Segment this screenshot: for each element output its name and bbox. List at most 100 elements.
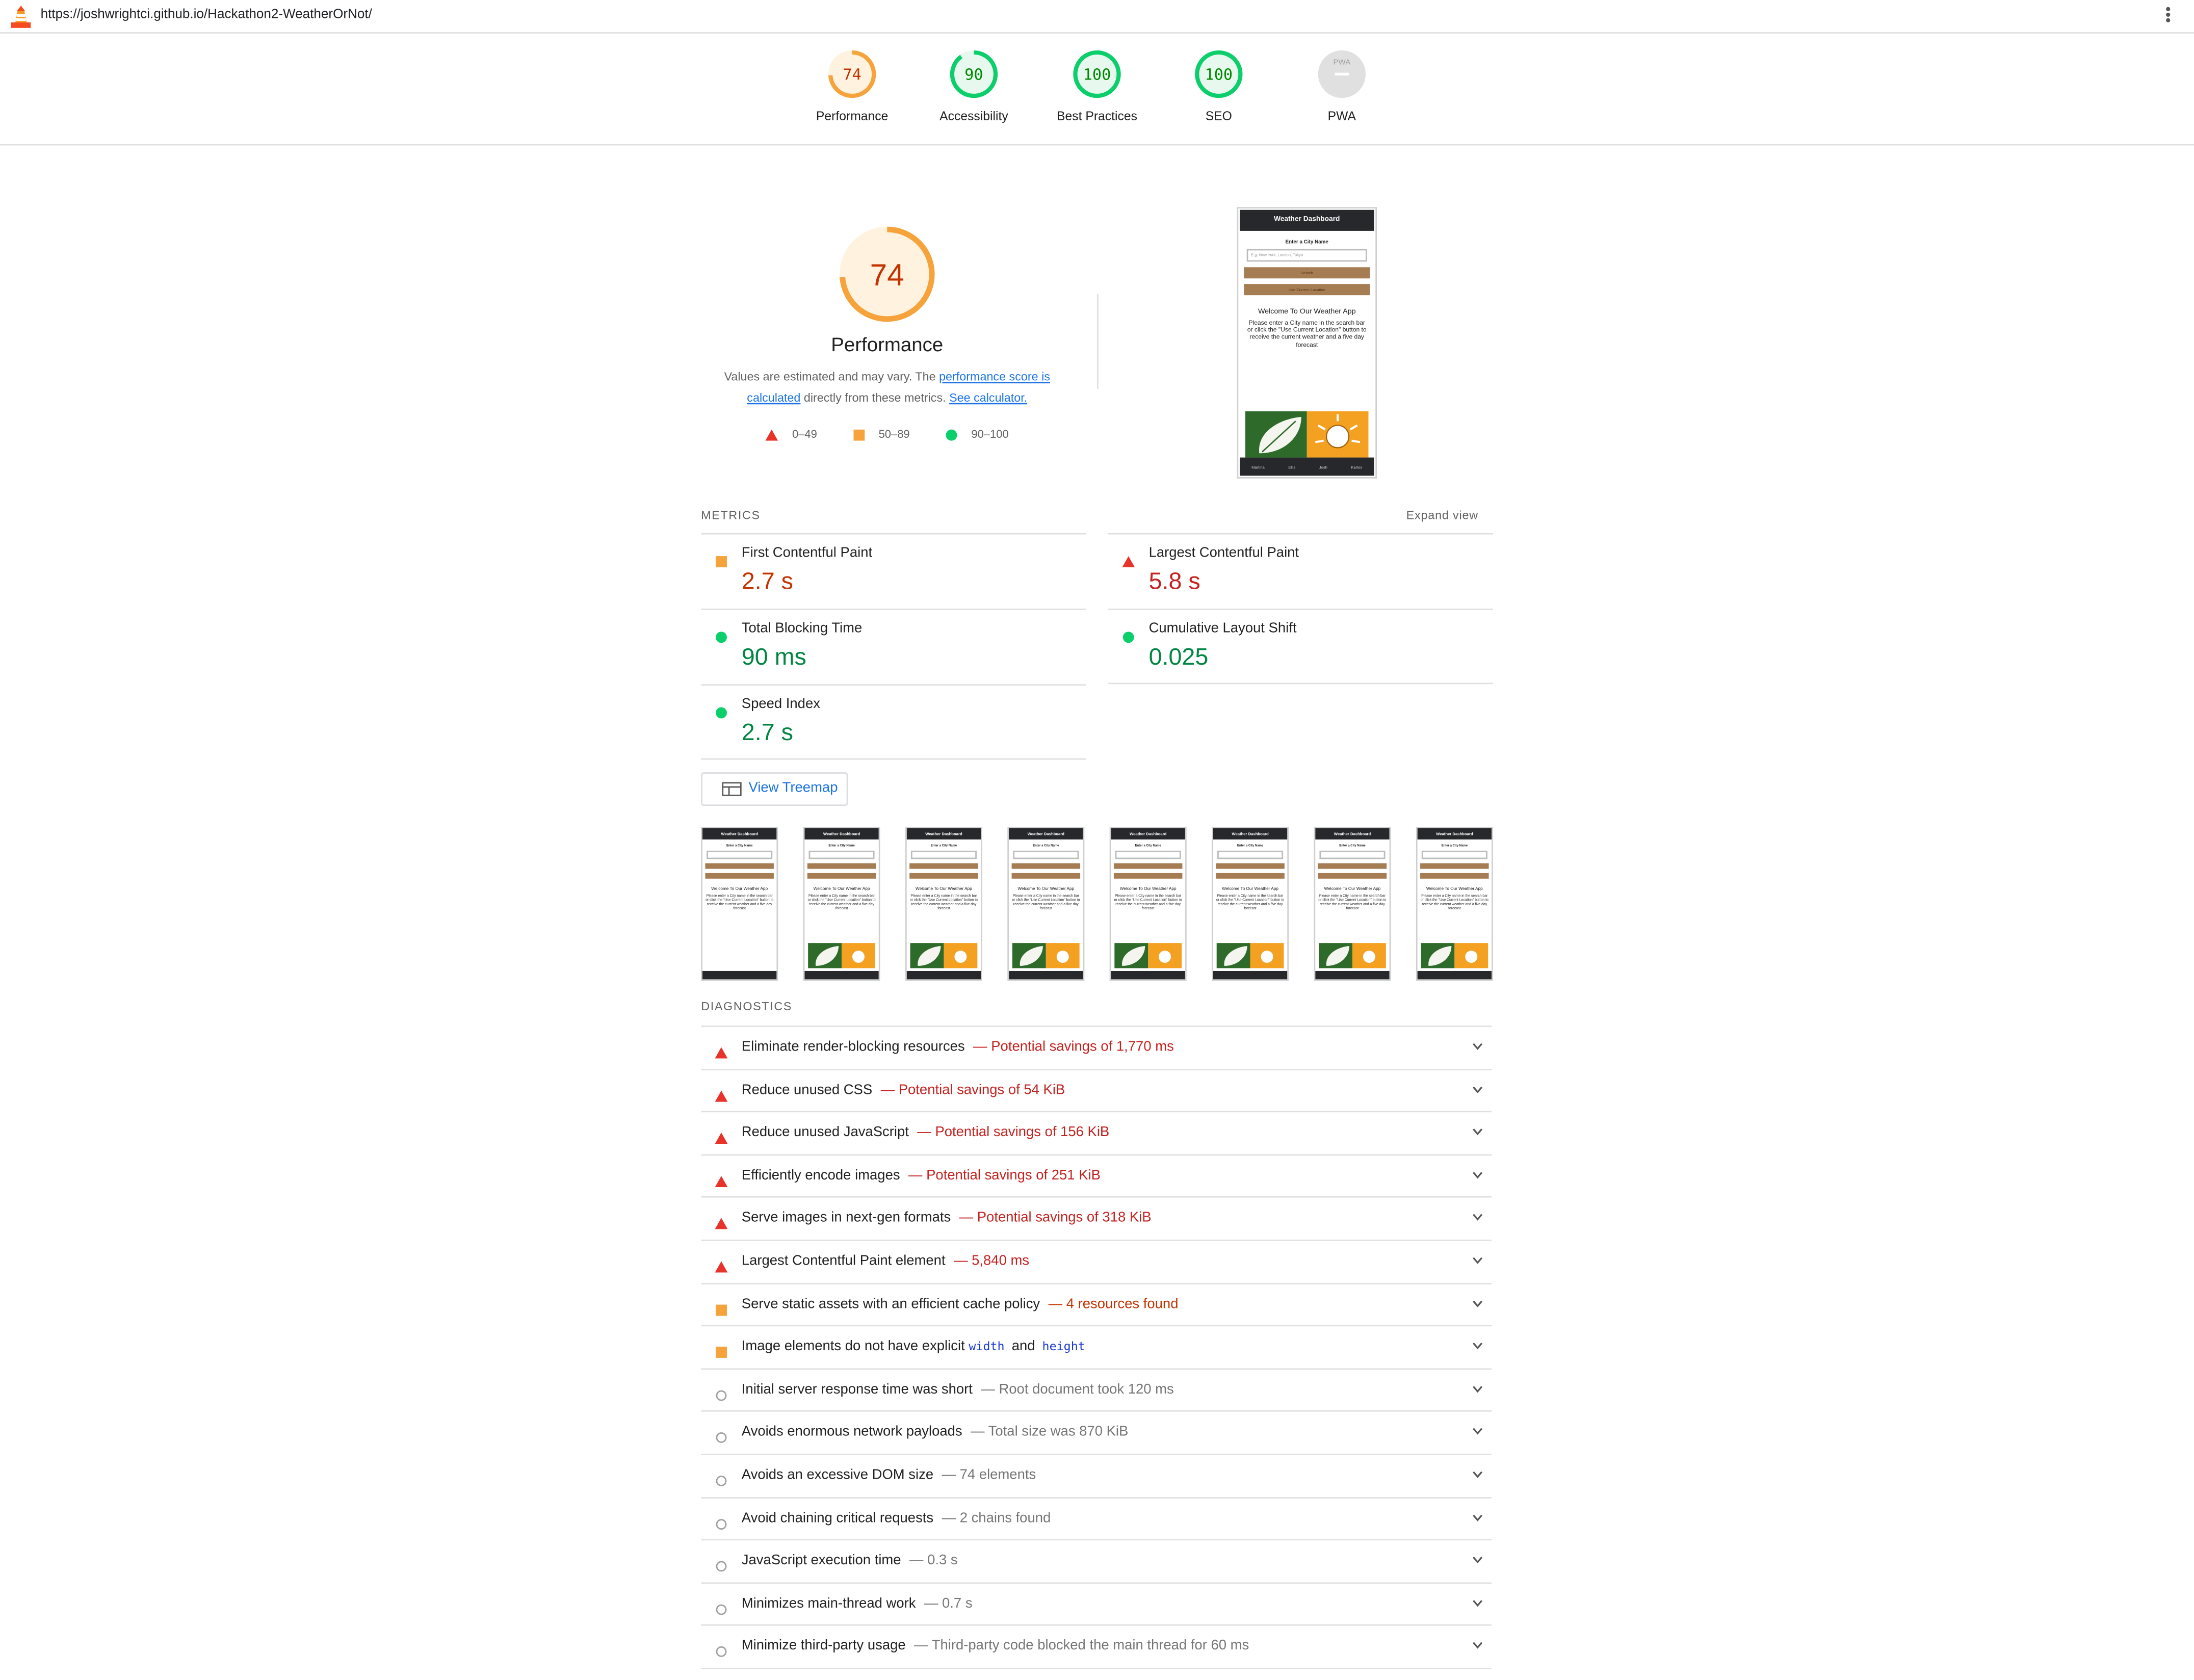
frame-header: Weather Dashboard xyxy=(702,828,777,839)
frame-images xyxy=(1421,943,1488,968)
frame-text: Please enter a City name in the search b… xyxy=(706,893,774,910)
frame-input xyxy=(910,850,977,859)
score-gauge-seo[interactable]: 100 SEO xyxy=(1163,49,1275,123)
chevron-down-icon[interactable] xyxy=(1472,1642,1483,1650)
diagnostic-detail: — Third-party code blocked the main thre… xyxy=(914,1639,1249,1655)
chevron-down-icon[interactable] xyxy=(1472,1599,1483,1607)
metric-name: First Contentful Paint xyxy=(741,545,873,561)
diagnostic-item[interactable]: Initial server response time was short — … xyxy=(701,1368,1492,1411)
fail-triangle-icon xyxy=(715,1047,728,1059)
frame-images xyxy=(1216,943,1284,968)
chevron-down-icon[interactable] xyxy=(1472,1085,1483,1093)
fail-triangle-icon xyxy=(715,1261,728,1273)
metric-rating-icon xyxy=(715,625,728,650)
diagnostic-item[interactable]: Efficiently encode images — Potential sav… xyxy=(701,1153,1492,1197)
chevron-down-icon[interactable] xyxy=(1472,1471,1483,1479)
chevron-down-icon[interactable] xyxy=(1472,1342,1483,1350)
frame-text: Please enter a City name in the search b… xyxy=(1420,893,1488,910)
divider xyxy=(701,1667,1492,1669)
gauge-label: SEO xyxy=(1205,109,1232,123)
chevron-down-icon[interactable] xyxy=(1472,1214,1483,1222)
frame-welcome: Welcome To Our Weather App xyxy=(813,885,870,891)
diagnostic-item[interactable]: Eliminate render-blocking resources — Pot… xyxy=(701,1026,1492,1069)
info-circle-icon xyxy=(716,1390,727,1401)
diagnostic-item[interactable]: Serve images in next-gen formats — Potent… xyxy=(701,1196,1492,1240)
gauge-ring: PWA xyxy=(1318,50,1366,98)
metric-largest-contentful-paint: Largest Contentful Paint 5.8 s xyxy=(1108,533,1493,610)
gauge-score-value: 90 xyxy=(964,66,983,84)
chevron-down-icon[interactable] xyxy=(1472,1513,1483,1521)
frame-footer xyxy=(1315,970,1390,980)
frame-text: Please enter a City name in the search b… xyxy=(1318,893,1387,910)
divider xyxy=(701,758,1086,760)
frame-header: Weather Dashboard xyxy=(1315,828,1390,839)
chevron-down-icon[interactable] xyxy=(1472,1556,1483,1564)
frame-label: Enter a City Name xyxy=(1339,845,1366,848)
diagnostic-item[interactable]: Avoids enormous network payloads — Total … xyxy=(701,1410,1492,1454)
diagnostic-rating-icon xyxy=(715,1555,728,1580)
frame-button xyxy=(1420,863,1489,869)
frame-welcome: Welcome To Our Weather App xyxy=(711,885,768,891)
chevron-down-icon[interactable] xyxy=(1472,1299,1483,1307)
diagnostic-rating-icon xyxy=(715,1041,728,1066)
diagnostic-title: Efficiently encode images — Potential sav… xyxy=(741,1168,1101,1184)
more-options-icon[interactable] xyxy=(2163,6,2172,25)
chevron-down-icon[interactable] xyxy=(1472,1042,1483,1051)
filmstrip-frame: Weather Dashboard Enter a City Name Welcom… xyxy=(1109,827,1187,981)
gauge-score-value: PWA xyxy=(1333,58,1351,66)
screenshot-location-button: Use Current Location xyxy=(1244,284,1370,296)
report-url[interactable]: https://joshwrightci.github.io/Hackathon… xyxy=(41,7,372,22)
view-treemap-button[interactable]: View Treemap xyxy=(701,772,848,806)
diagnostic-rating-icon xyxy=(715,1597,728,1622)
gauge-ring: 100 xyxy=(1073,50,1121,98)
screenshot-header: Weather Dashboard xyxy=(1239,209,1374,231)
frame-header: Weather Dashboard xyxy=(1111,828,1185,839)
fail-triangle-icon xyxy=(1122,556,1135,568)
expand-view-toggle[interactable]: Expand view xyxy=(1406,508,1478,521)
diagnostic-item[interactable]: Largest Contentful Paint element — 5,840 … xyxy=(701,1239,1492,1283)
diagnostic-item[interactable]: JavaScript execution time — 0.3 s xyxy=(701,1539,1492,1583)
frame-label: Enter a City Name xyxy=(828,845,855,848)
frame-button xyxy=(807,863,876,869)
diagnostic-rating-icon xyxy=(715,1212,728,1237)
gauge-label: Performance xyxy=(816,109,889,123)
final-screenshot[interactable]: Weather Dashboard Enter a City Name E.g.… xyxy=(1237,207,1377,479)
score-gauge-accessibility[interactable]: 90 Accessibility xyxy=(918,49,1030,123)
metric-speed-index: Speed Index 2.7 s xyxy=(701,684,1086,761)
chevron-down-icon[interactable] xyxy=(1472,1385,1483,1393)
score-gauge-performance[interactable]: 74 Performance xyxy=(796,49,908,123)
diagnostic-item[interactable]: Avoids an excessive DOM size — 74 element… xyxy=(701,1453,1492,1497)
score-gauge-best-practices[interactable]: 100 Best Practices xyxy=(1041,49,1153,123)
pass-circle-icon xyxy=(1122,632,1134,643)
diagnostic-item[interactable]: Minimize third-party usage — Third-party … xyxy=(701,1624,1492,1668)
frame-text: Please enter a City name in the search b… xyxy=(1114,893,1182,910)
frame-button xyxy=(909,873,978,879)
chevron-down-icon[interactable] xyxy=(1472,1428,1483,1436)
frame-input xyxy=(808,850,875,859)
score-gauge-pwa[interactable]: PWA PWA xyxy=(1286,49,1398,123)
chevron-down-icon[interactable] xyxy=(1472,1256,1483,1265)
frame-footer xyxy=(702,970,777,980)
chevron-down-icon[interactable] xyxy=(1472,1171,1483,1179)
fail-triangle-icon xyxy=(715,1133,728,1144)
diagnostic-title: Avoids an excessive DOM size — 74 element… xyxy=(741,1467,1036,1483)
frame-text: Please enter a City name in the search b… xyxy=(1216,893,1285,910)
frame-footer xyxy=(804,970,879,980)
frame-input xyxy=(707,850,773,859)
diagnostic-item[interactable]: Avoid chaining critical requests — 2 chai… xyxy=(701,1496,1492,1540)
diagnostic-item[interactable]: Reduce unused CSS — Potential savings of … xyxy=(701,1068,1492,1112)
performance-summary: 74 Performance Values are estimated and … xyxy=(699,224,1075,441)
diagnostic-item[interactable]: Reduce unused JavaScript — Potential savi… xyxy=(701,1111,1492,1154)
diagnostic-detail: — 5,840 ms xyxy=(954,1253,1030,1269)
see-calculator-link[interactable]: See calculator. xyxy=(949,390,1027,404)
frame-button xyxy=(1318,863,1387,869)
screenshot-city-label: Enter a City Name xyxy=(1285,239,1328,245)
diagnostic-item[interactable]: Serve static assets with an efficient ca… xyxy=(701,1282,1492,1326)
diagnostic-item[interactable]: Image elements do not have explicit widt… xyxy=(701,1325,1492,1369)
metric-rating-icon xyxy=(715,701,728,726)
diagnostic-item[interactable]: Minimizes main-thread work — 0.7 s xyxy=(701,1582,1492,1625)
chevron-down-icon[interactable] xyxy=(1472,1128,1483,1136)
performance-description: Values are estimated and may vary. The p… xyxy=(724,369,1050,405)
score-gauges-bar: 74 Performance 90 Accessibility 100 Best Prac… xyxy=(0,33,2194,146)
leaf-and-sun-images xyxy=(1245,411,1369,458)
